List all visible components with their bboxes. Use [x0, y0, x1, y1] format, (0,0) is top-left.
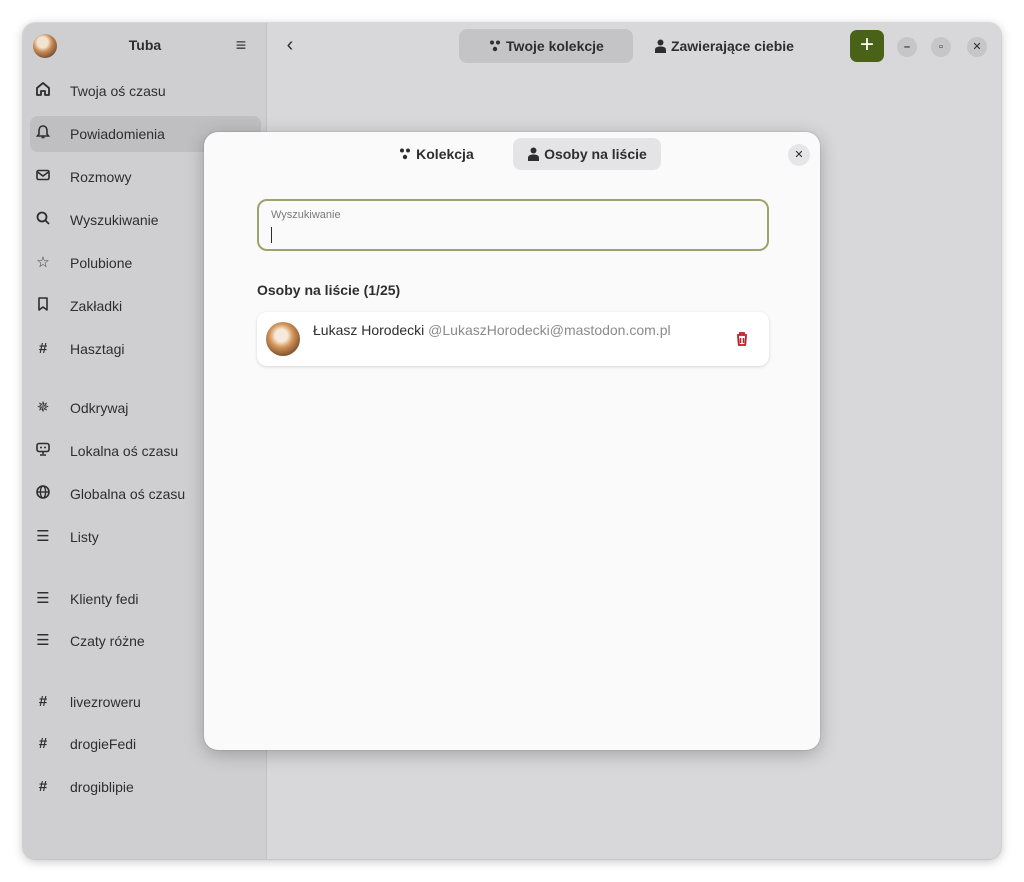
people-search-field[interactable]: Wyszukiwanie — [257, 199, 769, 251]
collection-icon — [398, 146, 416, 162]
sidebar-item-label: livezroweru — [70, 694, 141, 710]
sidebar-item-label: Powiadomienia — [70, 126, 165, 142]
back-button[interactable]: ‹ — [279, 35, 301, 57]
tab-featuring-you[interactable]: Zawierające ciebie — [639, 29, 809, 63]
text-caret — [271, 227, 272, 243]
sidebar-header: Tuba ≡ — [23, 23, 267, 69]
sidebar-item-label: Hasztagi — [70, 341, 125, 357]
star-icon: ☆ — [36, 254, 50, 271]
search-input[interactable] — [271, 224, 751, 244]
person-icon — [654, 38, 671, 54]
person-name-line: Łukasz Horodecki @LukaszHorodecki@mastod… — [313, 322, 671, 338]
close-window-button[interactable]: ✕ — [967, 37, 987, 57]
hashtag-icon: # — [38, 340, 48, 357]
collection-icon — [488, 38, 506, 54]
local-icon — [34, 441, 52, 461]
sidebar-item-label: Globalna oś czasu — [70, 486, 186, 502]
sidebar-item-label: Czaty różne — [70, 633, 145, 649]
sidebar-item-label: drogieFedi — [70, 736, 137, 752]
app-window: Tuba ≡ Twoja oś czasu Powiadomienia Rozm… — [23, 23, 1001, 859]
mail-icon — [34, 167, 52, 187]
person-handle: @LukaszHorodecki@mastodon.com.pl — [428, 322, 671, 338]
sidebar-item-hashtag-drogiblipie[interactable]: # drogiblipie — [30, 769, 261, 805]
sidebar-item-home[interactable]: Twoja oś czasu — [30, 73, 261, 109]
person-display-name: Łukasz Horodecki — [313, 322, 425, 338]
globe-icon — [34, 484, 52, 504]
list-icon: ☰ — [36, 632, 50, 649]
sidebar-item-label: Zakładki — [70, 298, 123, 314]
sidebar-item-label: Rozmowy — [70, 169, 132, 185]
search-label: Wyszukiwanie — [271, 209, 341, 221]
tab-collection[interactable]: Kolekcja — [384, 138, 488, 170]
person-icon — [527, 146, 544, 162]
explore-icon: ✵ — [36, 399, 50, 416]
tab-label: Osoby na liście — [544, 146, 647, 162]
app-title: Tuba — [128, 37, 162, 53]
remove-person-button[interactable] — [731, 328, 753, 350]
tab-your-collections[interactable]: Twoje kolekcje — [459, 29, 633, 63]
sidebar-item-label: Polubione — [70, 255, 133, 271]
sidebar-item-label: Listy — [70, 529, 99, 545]
sidebar-item-label: Odkrywaj — [70, 400, 129, 416]
hashtag-icon: # — [38, 735, 48, 752]
sidebar-item-label: Lokalna oś czasu — [70, 443, 179, 459]
hashtag-icon: # — [38, 778, 48, 795]
hamburger-menu-icon[interactable]: ≡ — [229, 34, 253, 58]
people-section-title: Osoby na liście (1/25) — [257, 282, 401, 298]
search-icon — [34, 210, 52, 230]
maximize-button[interactable]: ▫ — [931, 37, 951, 57]
dialog-close-button[interactable]: ✕ — [788, 144, 810, 166]
sidebar-item-label: Twoja oś czasu — [70, 83, 166, 99]
list-icon: ☰ — [36, 590, 50, 607]
avatar[interactable] — [266, 322, 300, 356]
tab-label: Twoje kolekcje — [506, 38, 604, 54]
account-avatar[interactable] — [33, 34, 57, 58]
tab-label: Zawierające ciebie — [670, 38, 794, 54]
trash-icon — [731, 332, 753, 354]
hashtag-icon: # — [38, 693, 48, 710]
tab-label: Kolekcja — [416, 146, 474, 162]
list-item[interactable]: Łukasz Horodecki @LukaszHorodecki@mastod… — [257, 312, 769, 366]
minimize-button[interactable]: – — [897, 37, 917, 57]
sidebar-item-label: Wyszukiwanie — [70, 212, 159, 228]
sidebar-item-label: drogiblipie — [70, 779, 134, 795]
tab-people-on-list[interactable]: Osoby na liście — [513, 138, 661, 170]
home-icon — [34, 81, 52, 101]
sidebar-item-label: Klienty fedi — [70, 591, 139, 607]
bell-icon — [34, 124, 52, 144]
bookmark-icon — [34, 296, 52, 316]
collection-dialog: Kolekcja Osoby na liście ✕ Wyszukiwanie … — [204, 132, 820, 750]
new-collection-button[interactable]: + — [850, 30, 884, 62]
list-icon: ☰ — [36, 528, 50, 545]
